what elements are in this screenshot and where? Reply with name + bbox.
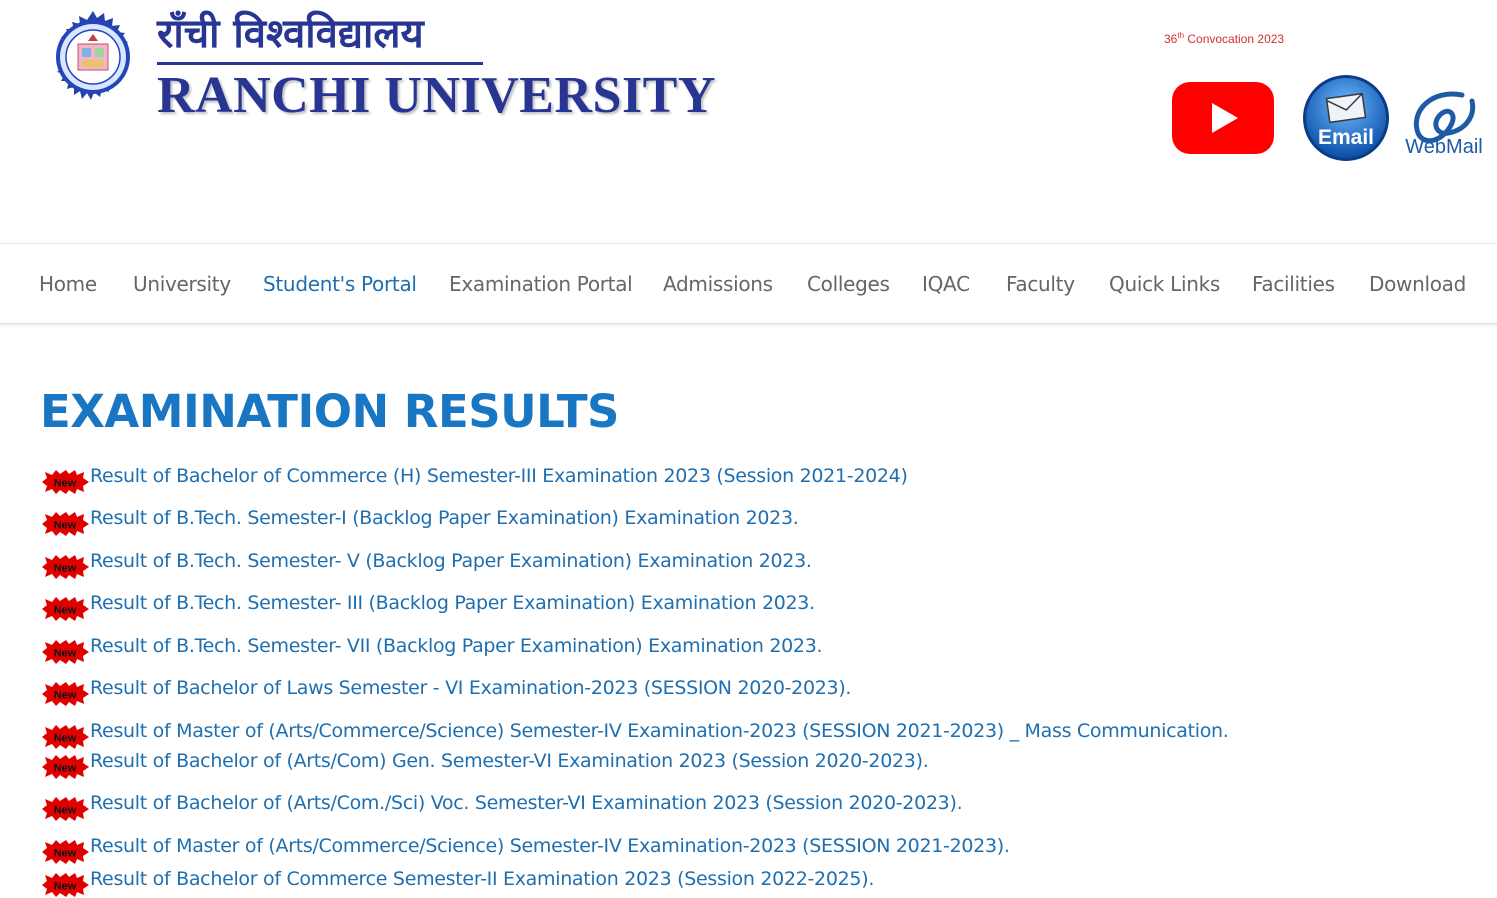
nav-quick-links[interactable]: Quick Links (1109, 272, 1220, 296)
convocation-number: 36 (1164, 32, 1178, 46)
new-badge-icon: New (42, 640, 89, 664)
convocation-text: Convocation 2023 (1184, 32, 1285, 46)
svg-text:New: New (54, 690, 77, 702)
new-badge-icon: New (42, 597, 89, 621)
email-icon[interactable]: Email (1300, 74, 1392, 162)
nav-faculty[interactable]: Faculty (1006, 272, 1075, 296)
result-link[interactable]: Result of Bachelor of Commerce (H) Semes… (90, 463, 908, 489)
nav-students-portal[interactable]: Student's Portal (263, 272, 417, 296)
webmail-label[interactable]: WebMail (1402, 136, 1486, 159)
svg-text:New: New (54, 605, 77, 617)
svg-text:New: New (54, 848, 77, 860)
new-badge-icon: New (42, 682, 89, 706)
new-badge-icon: New (42, 840, 89, 864)
new-badge-icon: New (42, 755, 89, 779)
title-divider (157, 62, 483, 65)
new-badge-icon: New (42, 873, 89, 897)
new-badge-icon: New (42, 725, 89, 749)
page-title: EXAMINATION RESULTS (40, 385, 619, 438)
new-badge-icon: New (42, 470, 89, 494)
result-link[interactable]: Result of B.Tech. Semester- V (Backlog P… (90, 548, 812, 574)
site-header: राँची विश्वविद्यालय RANCHI UNIVERSITY 36… (0, 0, 1497, 243)
university-name-hindi: राँची विश्वविद्यालय (157, 10, 424, 57)
svg-text:New: New (54, 648, 77, 660)
nav-home[interactable]: Home (39, 272, 97, 296)
result-link[interactable]: Result of Bachelor of (Arts/Com./Sci) Vo… (90, 790, 963, 816)
nav-iqac[interactable]: IQAC (922, 272, 970, 296)
svg-text:New: New (54, 563, 77, 575)
nav-colleges[interactable]: Colleges (807, 272, 890, 296)
svg-text:New: New (54, 733, 77, 745)
svg-text:New: New (54, 478, 77, 490)
new-badge-icon: New (42, 512, 89, 536)
nav-facilities[interactable]: Facilities (1252, 272, 1335, 296)
result-link[interactable]: Result of Master of (Arts/Commerce/Scien… (90, 833, 1010, 859)
result-link[interactable]: Result of Bachelor of (Arts/Com) Gen. Se… (90, 748, 929, 774)
nav-university[interactable]: University (133, 272, 231, 296)
svg-text:New: New (54, 763, 77, 775)
nav-admissions[interactable]: Admissions (663, 272, 773, 296)
svg-text:New: New (54, 520, 77, 532)
youtube-icon[interactable] (1171, 81, 1275, 155)
new-badge-icon: New (42, 797, 89, 821)
nav-examination-portal[interactable]: Examination Portal (449, 272, 633, 296)
convocation-link[interactable]: 36th Convocation 2023 (1164, 31, 1284, 46)
new-badge-icon: New (42, 555, 89, 579)
result-link[interactable]: Result of Master of (Arts/Commerce/Scien… (90, 718, 1229, 744)
university-seal-logo[interactable] (42, 10, 144, 110)
email-icon-label: Email (1318, 126, 1374, 149)
nav-download[interactable]: Download (1369, 272, 1466, 296)
result-link[interactable]: Result of B.Tech. Semester- VII (Backlog… (90, 633, 823, 659)
university-name-english: RANCHI UNIVERSITY (157, 67, 716, 124)
result-link[interactable]: Result of B.Tech. Semester- III (Backlog… (90, 590, 815, 616)
main-navigation: Home University Student's Portal Examina… (0, 243, 1497, 324)
svg-text:New: New (54, 805, 77, 817)
svg-text:New: New (54, 881, 77, 893)
result-link[interactable]: Result of Bachelor of Laws Semester - VI… (90, 675, 851, 701)
result-link[interactable]: Result of B.Tech. Semester-I (Backlog Pa… (90, 505, 799, 531)
